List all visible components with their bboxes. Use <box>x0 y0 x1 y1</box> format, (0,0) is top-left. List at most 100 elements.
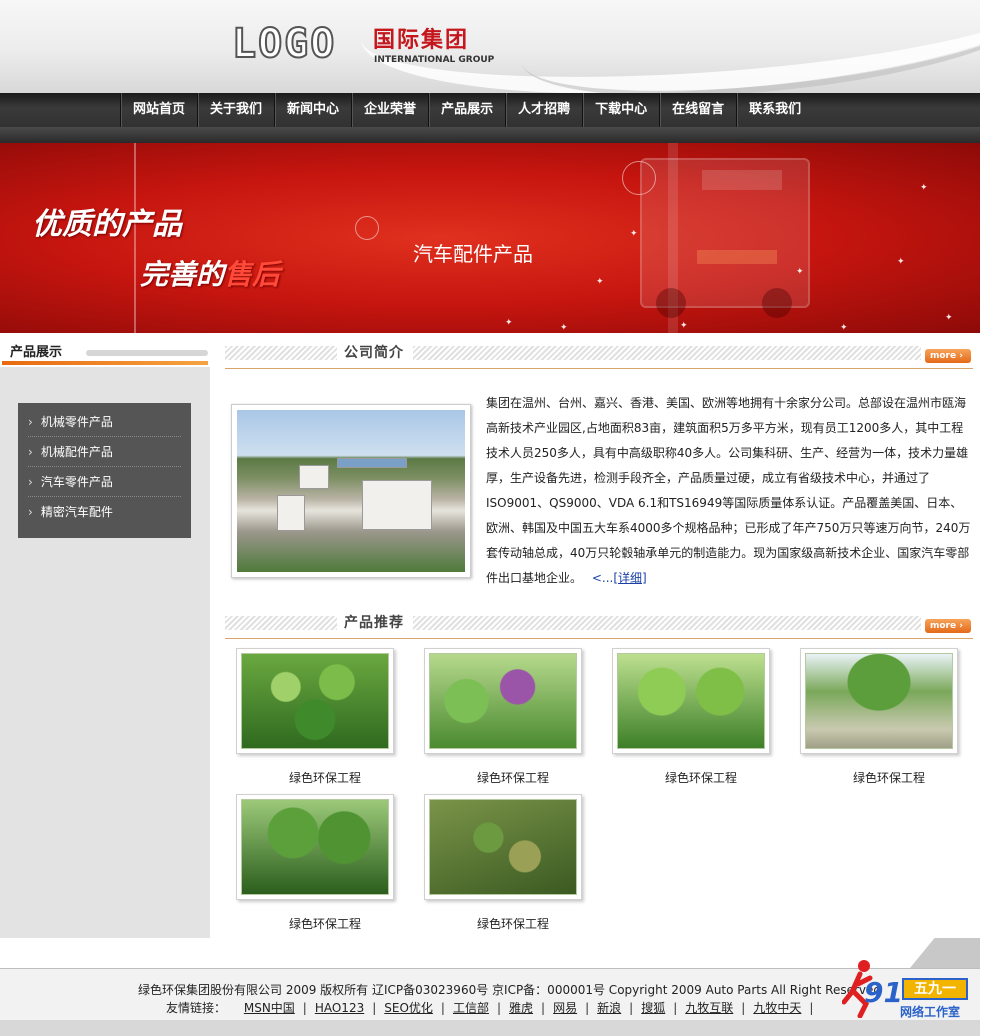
link-separator: | <box>629 1001 634 1015</box>
sidebar-item[interactable]: 汽车零件产品 <box>28 467 181 497</box>
nav-item[interactable]: 人才招聘 <box>505 93 582 127</box>
nav-item[interactable]: 联系我们 <box>736 93 813 127</box>
link-separator: | <box>372 1001 377 1015</box>
slogan-part: 完善的 <box>140 258 225 291</box>
sidebar-title: 产品展示 <box>10 345 63 360</box>
badge-cn: 五九一 <box>902 978 968 1000</box>
product-caption[interactable]: 绿色环保工程 <box>236 769 396 786</box>
sparkle-icon: ✦ <box>840 323 848 333</box>
sidebar-title-underline <box>2 361 208 365</box>
sidebar-item[interactable]: 精密汽车配件 <box>28 497 181 527</box>
friend-link[interactable]: 九牧互联 <box>685 1001 733 1015</box>
site-footer: 绿色环保集团股份有限公司 2009 版权所有 辽ICP备03023960号 京I… <box>0 968 980 1020</box>
more-label: more <box>930 621 957 631</box>
sparkle-icon: ✦ <box>945 313 953 323</box>
friend-link[interactable]: 搜狐 <box>641 1001 665 1015</box>
nav-item[interactable]: 在线留言 <box>659 93 736 127</box>
product-thumbnail[interactable] <box>236 648 394 754</box>
product-image <box>241 799 389 895</box>
read-more-link[interactable]: [详细] <box>613 571 646 585</box>
sidebar-title-bar <box>86 350 208 356</box>
company-name-en: INTERNATIONAL GROUP <box>374 55 495 65</box>
products-title: 产品推荐 <box>344 615 404 631</box>
link-separator: | <box>809 1001 814 1015</box>
sidebar-item[interactable]: 机械零件产品 <box>28 407 181 437</box>
nav-item[interactable]: 网站首页 <box>120 93 197 127</box>
company-photo-image <box>237 410 465 572</box>
sidebar-item[interactable]: 机械配件产品 <box>28 437 181 467</box>
product-thumbnail[interactable] <box>424 648 582 754</box>
header-hatch <box>225 616 337 630</box>
product-caption[interactable]: 绿色环保工程 <box>236 915 396 932</box>
sparkle-icon: ✦ <box>630 229 638 239</box>
product-caption[interactable]: 绿色环保工程 <box>800 769 960 786</box>
product-image <box>241 653 389 749</box>
nav-item[interactable]: 企业荣誉 <box>351 93 428 127</box>
slogan-highlight: 售后 <box>224 258 281 291</box>
badge-number: 91 <box>864 976 903 1009</box>
product-thumbnail[interactable] <box>612 648 770 754</box>
product-card[interactable]: 绿色环保工程 <box>800 648 960 786</box>
friend-link[interactable]: 九牧中天 <box>753 1001 801 1015</box>
link-separator: | <box>585 1001 590 1015</box>
product-image <box>617 653 765 749</box>
about-section-header: 公司简介 more › <box>225 335 973 369</box>
friend-link[interactable]: MSN中国 <box>244 1001 295 1015</box>
product-caption[interactable]: 绿色环保工程 <box>424 915 584 932</box>
friend-link[interactable]: 工信部 <box>453 1001 489 1015</box>
product-card[interactable]: 绿色环保工程 <box>612 648 772 786</box>
product-image <box>429 799 577 895</box>
logo[interactable]: LOGO <box>231 23 336 65</box>
about-title: 公司简介 <box>344 345 404 361</box>
header-hatch <box>413 346 921 360</box>
truck-wheel <box>656 288 686 318</box>
product-card[interactable]: 绿色环保工程 <box>236 794 396 932</box>
nav-strip <box>0 127 980 143</box>
nav-item[interactable]: 产品展示 <box>428 93 505 127</box>
nav-item[interactable]: 下载中心 <box>582 93 659 127</box>
product-card[interactable]: 绿色环保工程 <box>236 648 396 786</box>
footer-top <box>0 938 980 968</box>
site-header: LOGO 国际集团 INTERNATIONAL GROUP <box>0 0 980 93</box>
friend-link[interactable]: 雅虎 <box>509 1001 533 1015</box>
sidebar-menu: 机械零件产品机械配件产品汽车零件产品精密汽车配件 <box>18 403 191 538</box>
friend-link[interactable]: 网易 <box>553 1001 577 1015</box>
friend-links-label: 友情链接： <box>166 1001 227 1015</box>
friend-link[interactable]: SEO优化 <box>384 1001 433 1015</box>
nav-item[interactable]: 新闻中心 <box>274 93 351 127</box>
link-separator: | <box>496 1001 502 1015</box>
link-separator: | <box>741 1001 746 1015</box>
truck-lights <box>697 250 777 264</box>
about-more-button[interactable]: more › <box>925 349 971 363</box>
product-thumbnail[interactable] <box>800 648 958 754</box>
truck-window <box>702 170 782 190</box>
product-thumbnail[interactable] <box>424 794 582 900</box>
friend-link[interactable]: 新浪 <box>597 1001 621 1015</box>
more-label: more <box>930 351 957 361</box>
product-caption[interactable]: 绿色环保工程 <box>612 769 772 786</box>
nav-item[interactable]: 关于我们 <box>197 93 274 127</box>
photo-building <box>362 480 432 530</box>
product-thumbnail[interactable] <box>236 794 394 900</box>
product-caption[interactable]: 绿色环保工程 <box>424 769 584 786</box>
header-hatch <box>413 616 921 630</box>
nav-list: 网站首页 关于我们 新闻中心 企业荣誉 产品展示 人才招聘 下载中心 在线留言 联系我们 <box>120 93 813 127</box>
products-more-button[interactable]: more › <box>925 619 971 633</box>
products-section-header: 产品推荐 more › <box>225 605 973 639</box>
about-description: 集团在温州、台州、嘉兴、香港、美国、欧洲等地拥有十余家分公司。总部设在温州市瓯海… <box>486 391 974 591</box>
friend-link[interactable]: HAO123 <box>315 1001 364 1015</box>
company-name-cn: 国际集团 <box>373 28 470 53</box>
banner-circle <box>355 216 379 240</box>
product-card[interactable]: 绿色环保工程 <box>424 794 584 932</box>
footer-bottom-bar <box>0 1020 980 1036</box>
banner-slogan-1: 优质的产品 <box>32 207 182 242</box>
photo-building <box>277 495 305 531</box>
product-card[interactable]: 绿色环保工程 <box>424 648 584 786</box>
photo-building <box>299 465 329 489</box>
truck-image <box>640 158 810 318</box>
sparkle-icon: ✦ <box>796 267 804 277</box>
company-photo <box>231 404 471 578</box>
hero-banner: 优质的产品 完善的售后 汽车配件产品 ✦ ✦ ✦ ✦ ✦ ✦ ✦ ✦ ✦ ✦ <box>0 143 980 333</box>
friend-links: 友情链接： MSN中国 | HAO123 | SEO优化 | 工信部 | 雅虎 | 网易 | 新浪 | 搜狐… <box>166 999 821 1016</box>
product-image <box>805 653 953 749</box>
